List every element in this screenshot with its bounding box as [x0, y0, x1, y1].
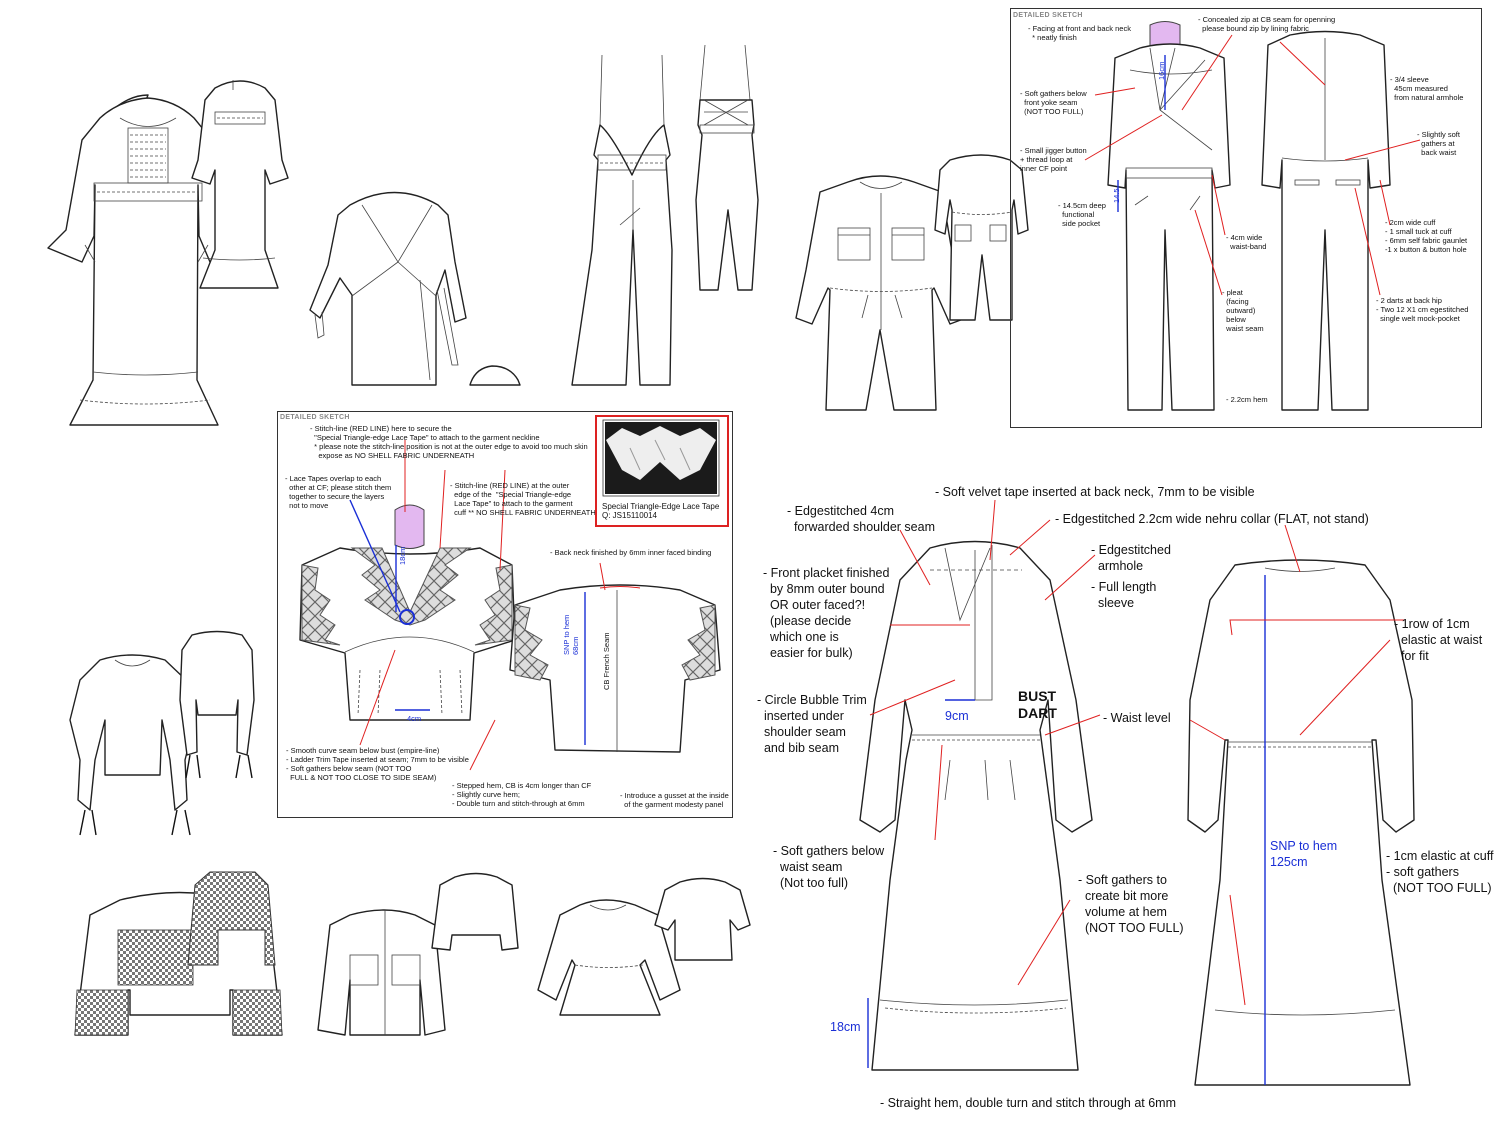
note-velvet-tape: - Soft velvet tape inserted at back neck…: [935, 485, 1255, 499]
dim-snp-hem-68: SNP to hem 68cm: [562, 614, 580, 655]
note-waist-elastic: - 1row of 1cm elastic at waist for fit: [1394, 617, 1483, 663]
note-empire-seam: - Smooth curve seam below bust (empire-l…: [286, 746, 469, 782]
dim-18cm-hem: 18cm: [830, 1020, 861, 1034]
note-neck-facing: - Facing at front and back neck * neatly…: [1028, 24, 1131, 42]
note-nehru-collar: - Edgestitched 2.2cm wide nehru collar (…: [1055, 512, 1369, 526]
cb-french-seam-label: CB French Seam: [602, 632, 611, 690]
flat-sketch-boxy-jacket-front: [317, 909, 446, 1036]
note-back-waist-gathers: - Slightly soft gathers at back waist: [1417, 130, 1460, 157]
note-sleeve-length: - Full length sleeve: [1091, 580, 1157, 610]
note-yoke-gathers: - Soft gathers below front yoke seam (NO…: [1020, 89, 1087, 116]
dim-16cm: 16cm: [1157, 61, 1166, 80]
note-side-pocket: - 14.5cm deep functional side pocket: [1058, 201, 1106, 228]
flat-sketch-ruffle-top-back: [654, 877, 751, 961]
flat-sketch-cropped-top-peek: [469, 365, 521, 386]
note-bubble-trim: - Circle Bubble Trim inserted under shou…: [757, 693, 867, 755]
panel2-header: DETAILED SKETCH: [1013, 12, 1083, 19]
note-back-darts: - 2 darts at back hip - Two 12 X1 cm ege…: [1376, 296, 1469, 323]
dim-18cm-lace: 18cm: [398, 546, 407, 565]
note-concealed-zip: - Concealed zip at CB seam for openning …: [1198, 15, 1336, 33]
flat-sketch-cami-jumpsuit-front: [571, 54, 673, 386]
lace-swatch-caption: Special Triangle-Edge Lace Tape Q: JS151…: [602, 502, 720, 520]
panel1-header: DETAILED SKETCH: [280, 414, 350, 421]
dim-14-5: 14.5: [1112, 188, 1121, 203]
note-waist-level: - Waist level: [1103, 711, 1171, 725]
note-gusset: - Introduce a gusset at the inside of th…: [620, 791, 729, 809]
note-cuff-stitch: - Stitch-line (RED LINE) at the outer ed…: [450, 481, 596, 517]
note-hem: - 2.2cm hem: [1226, 395, 1268, 404]
note-armhole: - Edgestitched armhole: [1091, 543, 1171, 573]
note-back-neck: - Back neck finished by 6mm inner faced …: [550, 548, 712, 557]
flat-sketch-puff-sleeve-top-front: [69, 654, 196, 836]
flat-sketch-wrap-dress: [309, 191, 467, 386]
detailed-sketch-maxi-dress-front: [859, 540, 1093, 1071]
flat-sketch-puff-sleeve-top-back: [179, 630, 255, 779]
note-front-placket: - Front placket finished by 8mm outer bo…: [763, 566, 890, 660]
dim-snp-hem-125: SNP to hem 125cm: [1270, 839, 1338, 869]
dim-9cm: 9cm: [945, 709, 969, 723]
bust-dart-label: BUST DART: [1018, 688, 1057, 721]
note-cuff: - 2cm wide cuff - 1 small tuck at cuff -…: [1385, 218, 1468, 254]
note-waist-gathers: - Soft gathers below waist seam (Not too…: [773, 844, 885, 890]
detailed-sketch-maxi-dress-back: [1187, 559, 1415, 1086]
flat-sketch-cami-jumpsuit-back: [695, 44, 759, 291]
note-straight-hem: - Straight hem, double turn and stitch t…: [880, 1096, 1176, 1110]
note-jigger-button: - Small jigger button + thread loop at i…: [1020, 146, 1087, 173]
note-neckline-stitch: - Stitch-line (RED LINE) here to secure …: [310, 424, 588, 460]
note-hem-volume: - Soft gathers to create bit more volume…: [1078, 873, 1184, 935]
note-cuff-elastic: - 1cm elastic at cuff - soft gathers (NO…: [1386, 849, 1494, 895]
note-stepped-hem: - Stepped hem, CB is 4cm longer than CF …: [452, 781, 592, 808]
note-pleat: - pleat (facing outward) below waist sea…: [1222, 288, 1264, 333]
note-lace-overlap: - Lace Tapes overlap to each other at CF…: [285, 474, 392, 510]
note-three-quarter-sleeve: - 3/4 sleeve 45cm measured from natural …: [1390, 75, 1464, 102]
flat-sketch-boxy-jacket-back: [431, 872, 519, 951]
note-shoulder-seam: - Edgestitched 4cm forwarded shoulder se…: [787, 504, 935, 534]
note-waistband: - 4cm wide waist-band: [1226, 233, 1267, 251]
dim-4cm: 4cm: [407, 714, 422, 723]
